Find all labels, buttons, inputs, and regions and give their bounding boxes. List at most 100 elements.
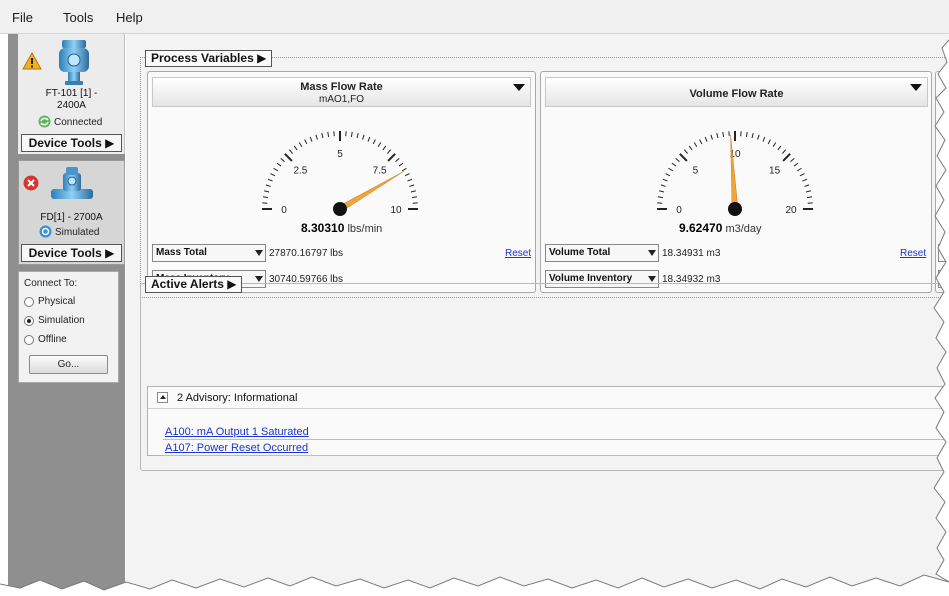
third-panel-row-1[interactable]: D [938, 244, 949, 262]
gauge-minor-tick [410, 190, 416, 193]
gauge-minor-tick [767, 139, 771, 145]
gauge-minor-tick [657, 196, 663, 199]
collapse-toggle[interactable] [157, 392, 168, 403]
gauge-minor-tick [270, 173, 276, 177]
gauge-minor-tick [704, 136, 708, 142]
gauge-tick-label: 0 [676, 205, 682, 216]
gauge-minor-tick [799, 173, 805, 177]
gauge-minor-tick [807, 196, 813, 199]
device-card-fd1[interactable]: FD[1] - 2700A Simulated Device Tools ▶ [18, 160, 125, 265]
volume-flow-panel: Volume Flow Rate 0 5 10 15 20 9.62470 m3/day… [540, 71, 932, 293]
chevron-down-icon [648, 276, 656, 282]
gauge-minor-tick [382, 145, 387, 151]
gauge-minor-tick [722, 131, 725, 137]
gauge-minor-tick [675, 157, 680, 162]
alert-link-a107[interactable]: A107: Power Reset Occurred [165, 442, 308, 454]
volume-total-select-label: Volume Total [549, 247, 611, 258]
gauge-minor-tick [288, 149, 293, 154]
gauge-minor-tick [262, 196, 268, 199]
transmitter-icon [59, 40, 89, 85]
mass-total-select[interactable]: Mass Total [152, 244, 266, 262]
mass-total-select-label: Mass Total [156, 247, 207, 258]
mass-total-reset-link[interactable]: Reset [505, 248, 531, 259]
gauge-tick-label: 2.5 [293, 165, 307, 176]
chevron-down-icon [513, 84, 525, 91]
gauge-minor-tick [693, 142, 698, 148]
menu-tools[interactable]: Tools [63, 10, 93, 25]
gauge-minor-tick [356, 133, 359, 139]
go-button[interactable]: Go... [29, 355, 108, 374]
gauge-minor-tick [668, 167, 674, 172]
gauge-minor-tick [793, 162, 799, 167]
gauge-major-tick [387, 153, 396, 162]
gauge-minor-tick [377, 142, 382, 148]
volume-flow-selector[interactable]: Volume Flow Rate [545, 77, 928, 107]
device1-name: FT-101 [1] - 2400A [45, 88, 98, 111]
radio-simulation[interactable] [24, 316, 34, 326]
radio-simulation-label: Simulation [38, 315, 85, 326]
connect-to-panel: Connect To: Physical Simulation Offline … [18, 271, 119, 383]
menu-help[interactable]: Help [116, 10, 143, 25]
gauge-minor-tick [265, 184, 271, 187]
gauge-minor-tick [762, 136, 766, 142]
mass-flow-unit: lbs/min [347, 223, 383, 235]
gauge-needle [730, 135, 739, 210]
gauge-minor-tick [264, 190, 270, 193]
mass-flow-readout: 8.30310 lbs/min [301, 221, 382, 235]
mass-flow-selector[interactable]: Mass Flow Rate mAO1,FO [152, 77, 531, 107]
gauge-minor-tick [404, 173, 410, 177]
gauge-minor-tick [267, 178, 273, 182]
volume-total-select[interactable]: Volume Total [545, 244, 659, 262]
mass-flow-gauge: 0 2.5 5 7.5 10 [262, 131, 418, 216]
chevron-down-icon [648, 250, 656, 256]
gauge-minor-tick [683, 149, 688, 154]
gauge-minor-tick [315, 134, 318, 140]
radio-physical-label: Physical [38, 296, 76, 307]
gauge-minor-tick [662, 178, 668, 182]
gauge-minor-tick [805, 190, 811, 193]
active-alerts-button[interactable]: Active Alerts ▶ [145, 276, 243, 293]
volume-flow-readout: 9.62470 m3/day [679, 221, 762, 235]
gauge-minor-tick [273, 167, 279, 172]
alert-row-divider [163, 455, 949, 456]
gauge-minor-tick [796, 167, 802, 172]
radio-offline[interactable] [24, 335, 34, 345]
device1-status: Connected [54, 117, 103, 128]
gauge-minor-tick [327, 131, 330, 137]
device2-tools-button[interactable]: Device Tools ▶ [21, 244, 122, 262]
mass-flow-subtitle: mAO1,FO [318, 94, 364, 105]
warning-icon [22, 52, 42, 70]
volume-total-value: 18.34931 m3 [662, 248, 721, 259]
gauge-minor-tick [772, 142, 777, 148]
volume-flow-title: Volume Flow Rate [689, 88, 784, 100]
device2-name: FD[1] - 2700A [40, 212, 103, 223]
gauge-minor-tick [293, 145, 298, 151]
process-variables-button[interactable]: Process Variables ▶ [145, 50, 273, 67]
device1-tools-button[interactable]: Device Tools ▶ [21, 134, 122, 152]
gauge-minor-tick [782, 149, 787, 154]
gauge-minor-tick [367, 136, 371, 142]
menu-file[interactable]: File [12, 10, 33, 25]
radio-physical[interactable] [24, 297, 34, 307]
mass-flow-panel: Mass Flow Rate mAO1,FO 0 2.5 5 7.5 10 8.3031… [147, 71, 536, 293]
gauge-major-tick [782, 153, 791, 162]
gauge-minor-tick [409, 184, 415, 187]
gauge-major-tick [284, 153, 293, 162]
gauge-hub [333, 202, 347, 216]
gauge-minor-tick [777, 145, 782, 151]
gauge-minor-tick [398, 162, 404, 167]
chevron-down-icon [255, 276, 263, 282]
gauge-minor-tick [710, 134, 713, 140]
volume-total-reset-link[interactable]: Reset [900, 248, 926, 259]
gauge-minor-tick [412, 196, 418, 199]
device-card-ft101[interactable]: FT-101 [1] - 2400A Connected Device Tool… [18, 34, 125, 154]
gauge-tick-label: 15 [769, 165, 781, 176]
connect-to-title: Connect To: [24, 278, 78, 289]
gauge-minor-tick [659, 190, 665, 193]
gauge-minor-tick [716, 133, 719, 139]
alerts-group-title: 2 Advisory: Informational [177, 392, 298, 404]
gauge-minor-tick [757, 134, 760, 140]
alert-link-a100[interactable]: A100: mA Output 1 Saturated [165, 426, 309, 438]
gauge-tick-label: 7.5 [373, 165, 387, 176]
gauge-minor-tick [280, 157, 285, 162]
